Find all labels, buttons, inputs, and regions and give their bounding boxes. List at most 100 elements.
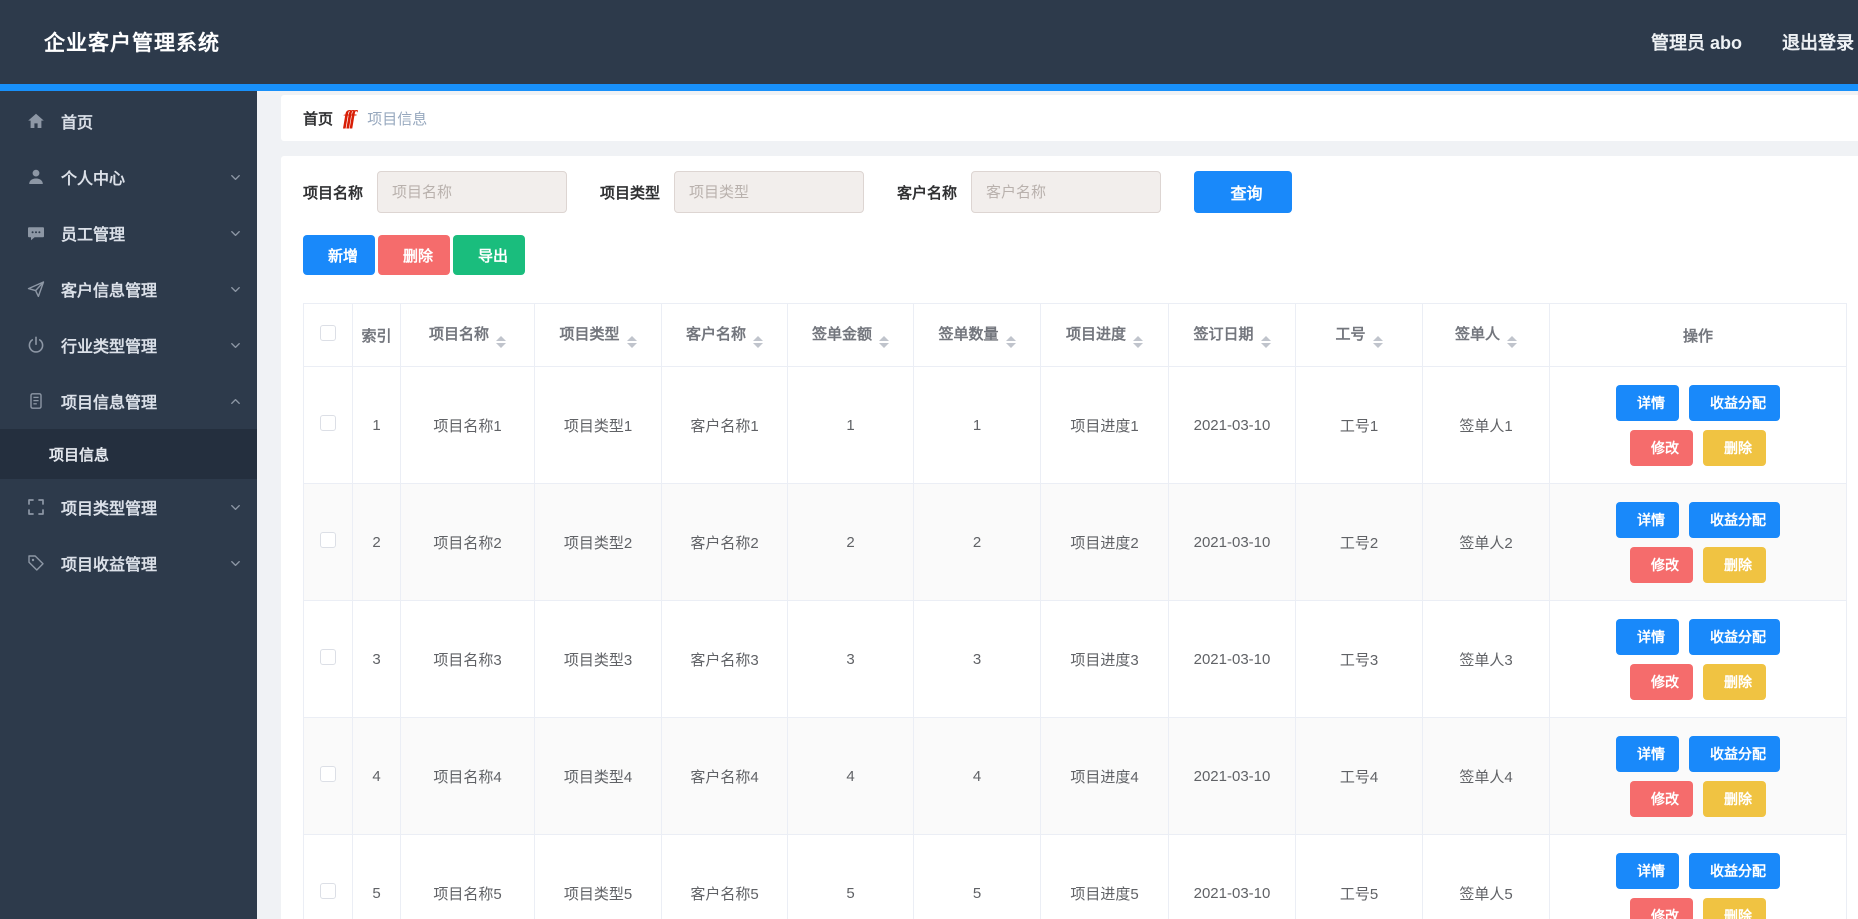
- project-name-input[interactable]: [377, 171, 567, 213]
- row-delete-button[interactable]: 删除: [1703, 781, 1766, 817]
- sort-caret-icon: [753, 336, 763, 348]
- sidebar-subitem-project-info[interactable]: 项目信息: [0, 429, 257, 479]
- column-header-signer[interactable]: 签单人: [1423, 304, 1550, 367]
- column-header-progress[interactable]: 项目进度: [1041, 304, 1169, 367]
- user-icon: [26, 167, 46, 187]
- row-checkbox[interactable]: [320, 883, 336, 899]
- document-icon: [26, 391, 46, 411]
- column-header-amount[interactable]: 签单金额: [788, 304, 914, 367]
- detail-button[interactable]: 详情: [1616, 853, 1679, 889]
- table-header-row: 索引项目名称项目类型客户名称签单金额签单数量项目进度签订日期工号签单人操作: [304, 304, 1847, 367]
- column-header-customer[interactable]: 客户名称: [662, 304, 788, 367]
- data-table: 索引项目名称项目类型客户名称签单金额签单数量项目进度签订日期工号签单人操作 1项…: [303, 303, 1847, 919]
- export-button[interactable]: 导出: [453, 235, 525, 275]
- search-field-project-name: 项目名称: [303, 171, 567, 213]
- edit-button[interactable]: 修改: [1630, 547, 1693, 583]
- row-delete-button[interactable]: 删除: [1703, 664, 1766, 700]
- cell-quantity: 1: [914, 367, 1041, 484]
- cell-job_no: 工号5: [1296, 835, 1423, 919]
- delete-button[interactable]: 删除: [378, 235, 450, 275]
- sort-caret-icon: [496, 336, 506, 348]
- income-distribution-button[interactable]: 收益分配: [1689, 853, 1780, 889]
- row-checkbox[interactable]: [320, 649, 336, 665]
- row-checkbox[interactable]: [320, 415, 336, 431]
- search-form: 项目名称 项目类型 客户名称 查询: [303, 171, 1858, 213]
- table-body: 1项目名称1项目类型1客户名称111项目进度12021-03-10工号1签单人1…: [304, 367, 1847, 919]
- cell-actions: 详情 收益分配 修改 删除: [1550, 718, 1847, 835]
- sidebar-item-home[interactable]: 首页: [0, 93, 257, 149]
- sidebar-item-project-income-management[interactable]: 项目收益管理: [0, 535, 257, 591]
- cell-job_no: 工号2: [1296, 484, 1423, 601]
- accent-stripe: [0, 84, 1858, 91]
- topbar: 企业客户管理系统 管理员 abo 退出登录: [0, 0, 1858, 84]
- project-type-input[interactable]: [674, 171, 864, 213]
- cell-amount: 4: [788, 718, 914, 835]
- cell-signer: 签单人5: [1423, 835, 1550, 919]
- breadcrumb-home[interactable]: 首页: [303, 108, 333, 129]
- project-type-label: 项目类型: [600, 182, 660, 203]
- row-delete-button[interactable]: 删除: [1703, 898, 1766, 919]
- cell-index: 1: [353, 367, 401, 484]
- cell-name: 项目名称4: [401, 718, 535, 835]
- cell-name: 项目名称5: [401, 835, 535, 919]
- cell-job_no: 工号1: [1296, 367, 1423, 484]
- sidebar-item-project-info-management[interactable]: 项目信息管理: [0, 373, 257, 429]
- layout: 首页个人中心员工管理客户信息管理行业类型管理项目信息管理项目信息项目类型管理项目…: [0, 91, 1858, 919]
- cell-actions: 详情 收益分配 修改 删除: [1550, 484, 1847, 601]
- sort-caret-icon: [1133, 336, 1143, 348]
- row-checkbox[interactable]: [320, 766, 336, 782]
- row-delete-button[interactable]: 删除: [1703, 547, 1766, 583]
- query-button[interactable]: 查询: [1194, 171, 1292, 213]
- cell-actions: 详情 收益分配 修改 删除: [1550, 835, 1847, 919]
- detail-button[interactable]: 详情: [1616, 736, 1679, 772]
- search-field-customer-name: 客户名称: [897, 171, 1161, 213]
- column-header-job_no[interactable]: 工号: [1296, 304, 1423, 367]
- chevron-down-icon: [228, 170, 243, 185]
- column-header-quantity[interactable]: 签单数量: [914, 304, 1041, 367]
- row-delete-button[interactable]: 删除: [1703, 430, 1766, 466]
- table-row: 2项目名称2项目类型2客户名称222项目进度22021-03-10工号2签单人2…: [304, 484, 1847, 601]
- cell-progress: 项目进度5: [1041, 835, 1169, 919]
- select-all-header: [304, 304, 353, 367]
- logout-link[interactable]: 退出登录: [1782, 29, 1854, 55]
- sidebar-menu: 首页个人中心员工管理客户信息管理行业类型管理项目信息管理项目信息项目类型管理项目…: [0, 93, 257, 591]
- customer-name-input[interactable]: [971, 171, 1161, 213]
- select-all-checkbox[interactable]: [320, 325, 336, 341]
- crop-icon: [26, 497, 46, 517]
- income-distribution-button[interactable]: 收益分配: [1689, 736, 1780, 772]
- row-checkbox[interactable]: [320, 532, 336, 548]
- edit-button[interactable]: 修改: [1630, 430, 1693, 466]
- edit-button[interactable]: 修改: [1630, 664, 1693, 700]
- detail-button[interactable]: 详情: [1616, 619, 1679, 655]
- chevron-down-icon: [228, 226, 243, 241]
- sidebar-item-profile[interactable]: 个人中心: [0, 149, 257, 205]
- cell-quantity: 2: [914, 484, 1041, 601]
- cell-signer: 签单人3: [1423, 601, 1550, 718]
- cell-type: 项目类型1: [535, 367, 662, 484]
- sidebar-item-customer-info-management[interactable]: 客户信息管理: [0, 261, 257, 317]
- cell-customer: 客户名称2: [662, 484, 788, 601]
- detail-button[interactable]: 详情: [1616, 385, 1679, 421]
- add-button[interactable]: 新增: [303, 235, 375, 275]
- cell-customer: 客户名称4: [662, 718, 788, 835]
- cell-type: 项目类型2: [535, 484, 662, 601]
- admin-user-link[interactable]: 管理员 abo: [1651, 29, 1742, 55]
- cell-name: 项目名称2: [401, 484, 535, 601]
- sidebar-item-industry-type-management[interactable]: 行业类型管理: [0, 317, 257, 373]
- edit-button[interactable]: 修改: [1630, 781, 1693, 817]
- project-name-label: 项目名称: [303, 182, 363, 203]
- cell-index: 3: [353, 601, 401, 718]
- column-header-date[interactable]: 签订日期: [1169, 304, 1296, 367]
- sidebar-item-project-type-management[interactable]: 项目类型管理: [0, 479, 257, 535]
- cell-progress: 项目进度4: [1041, 718, 1169, 835]
- sidebar-item-staff-management[interactable]: 员工管理: [0, 205, 257, 261]
- income-distribution-button[interactable]: 收益分配: [1689, 619, 1780, 655]
- column-header-type[interactable]: 项目类型: [535, 304, 662, 367]
- income-distribution-button[interactable]: 收益分配: [1689, 385, 1780, 421]
- detail-button[interactable]: 详情: [1616, 502, 1679, 538]
- column-header-name[interactable]: 项目名称: [401, 304, 535, 367]
- cell-select: [304, 601, 353, 718]
- income-distribution-button[interactable]: 收益分配: [1689, 502, 1780, 538]
- topbar-right: 管理员 abo 退出登录: [1651, 29, 1854, 55]
- edit-button[interactable]: 修改: [1630, 898, 1693, 919]
